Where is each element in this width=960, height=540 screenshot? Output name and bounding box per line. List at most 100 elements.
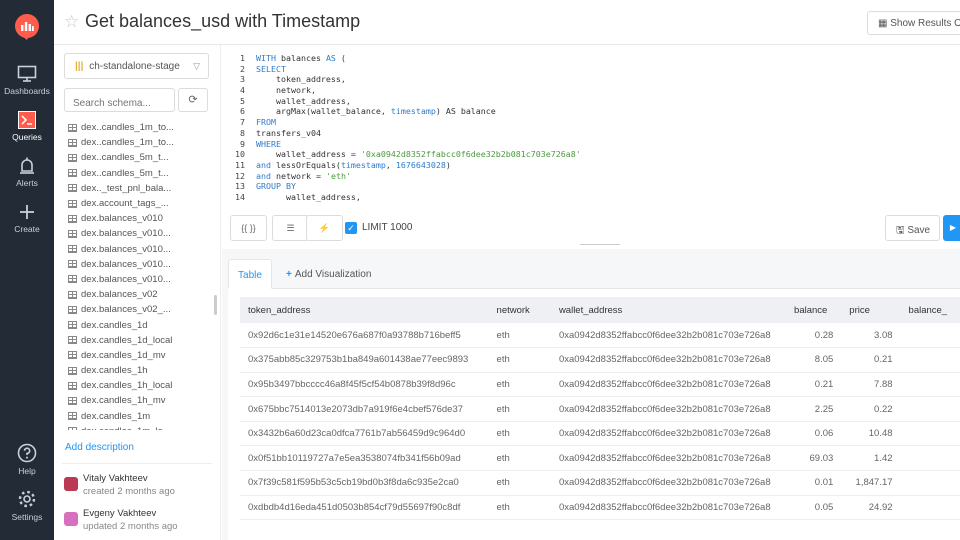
- nav-dashboards[interactable]: Dashboards: [0, 65, 54, 96]
- schema-table-item[interactable]: dex..candles_5m_t...: [68, 166, 216, 181]
- table-cell: 0xdbdb4d16eda451d0503b854cf79d55697f90c8…: [240, 495, 489, 521]
- schema-table-item[interactable]: dex.candles_1m_lo...: [68, 424, 216, 430]
- schema-table-item[interactable]: dex.balances_v02: [68, 287, 216, 302]
- schema-table-list: dex..candles_1m_to... dex..candles_1m_to.…: [68, 120, 216, 430]
- sql-table-name: transfers_v04: [256, 127, 321, 138]
- table-row: 0x7f39c581f595b53c5cb19bd0b3f8da6c935e2c…: [240, 470, 960, 496]
- nav-queries-label: Queries: [12, 132, 42, 142]
- table-grid-icon: [68, 351, 77, 360]
- schema-table-item[interactable]: dex.balances_v010...: [68, 226, 216, 241]
- schema-table-name: dex..candles_1m_to...: [81, 137, 174, 149]
- schema-table-name: dex.balances_v010...: [81, 258, 171, 270]
- schema-table-item[interactable]: dex.account_tags_...: [68, 196, 216, 211]
- resize-handle[interactable]: [580, 244, 620, 245]
- save-label: Save: [907, 225, 931, 236]
- add-description-link[interactable]: Add description: [65, 442, 134, 453]
- page-title[interactable]: Get balances_usd with Timestamp: [85, 11, 360, 32]
- add-parameter-button[interactable]: {{ }}: [230, 215, 267, 241]
- refresh-schema-button[interactable]: ⟳: [178, 88, 208, 112]
- updater-name: Evgeny Vakhteev: [83, 508, 157, 519]
- schema-table-item[interactable]: dex.candles_1h_local: [68, 378, 216, 393]
- line-number: 3: [240, 74, 245, 85]
- table-cell: 1.42: [841, 445, 901, 472]
- schema-table-item[interactable]: dex.balances_v010...: [68, 272, 216, 287]
- autocomplete-button[interactable]: ⚡: [306, 215, 343, 241]
- schema-table-item[interactable]: dex.._test_pnl_bala...: [68, 181, 216, 196]
- favorite-star-icon[interactable]: ☆: [64, 12, 79, 32]
- table-header-row: token_address network wallet_address bal…: [240, 297, 960, 323]
- line-number: 7: [240, 117, 245, 128]
- line-number: 11: [235, 159, 245, 170]
- column-header[interactable]: token_address: [240, 297, 489, 323]
- logo-icon[interactable]: [15, 14, 39, 40]
- execute-button[interactable]: ▶: [943, 215, 960, 241]
- schema-table-item[interactable]: dex.candles_1d_local: [68, 333, 216, 348]
- table-grid-icon: [68, 305, 77, 314]
- table-grid-icon: [68, 138, 77, 147]
- save-button[interactable]: 🖫 Save: [885, 215, 940, 241]
- nav-settings-label: Settings: [11, 512, 43, 522]
- nav-alerts[interactable]: Alerts: [0, 157, 54, 188]
- table-cell: 0xa0942d8352ffabcc0f6dee32b2b081c703e726…: [550, 347, 787, 373]
- table-row: 0x0f51bb10119727a7e5ea3538074fb341f56b09…: [240, 445, 960, 472]
- sql-wallet-literal: '0xa0942d8352ffabcc0f6dee32b2b081c703e72…: [360, 149, 581, 160]
- table-cell: 8.05: [786, 347, 842, 373]
- schema-table-item[interactable]: dex.balances_v010...: [68, 242, 216, 257]
- table-cell: 7.88: [841, 372, 901, 398]
- schema-table-item[interactable]: dex.candles_1d_mv: [68, 348, 216, 363]
- nav-settings[interactable]: Settings: [0, 489, 54, 522]
- column-header[interactable]: network: [488, 297, 551, 323]
- table-cell: 0x95b3497bbcccc46a8f45f5cf54b0878b39f8d9…: [240, 372, 489, 398]
- schema-table-item[interactable]: dex.candles_1h: [68, 363, 216, 378]
- plus-icon: +: [286, 269, 292, 280]
- table-row: 0x675bbc7514013e2073db7a919f6e4cbef576de…: [240, 396, 960, 422]
- schema-table-item[interactable]: dex.candles_1d: [68, 317, 216, 332]
- table-cell: 0.01: [786, 470, 842, 496]
- schema-table-item[interactable]: dex.balances_v010...: [68, 257, 216, 272]
- column-header[interactable]: balance_: [900, 297, 960, 323]
- schema-table-name: dex.candles_1m_lo...: [81, 426, 171, 430]
- table-grid-icon: [68, 169, 77, 178]
- table-cell: [900, 347, 960, 373]
- nav-create[interactable]: Create: [0, 203, 54, 234]
- schema-table-name: dex.candles_1d: [81, 319, 148, 331]
- add-visualization-tab[interactable]: + Add Visualization: [286, 259, 371, 289]
- schema-table-item[interactable]: dex.balances_v02_...: [68, 302, 216, 317]
- table-grid-icon: [68, 229, 77, 238]
- schema-table-item[interactable]: dex..candles_5m_t...: [68, 150, 216, 165]
- table-row: 0x3432b6a60d23ca0dfca7761b7ab56459d9c964…: [240, 421, 960, 447]
- sql-editor[interactable]: 1 WITH balances AS ( 2 SELECT 3 token_add…: [230, 53, 960, 208]
- line-number: 9: [240, 138, 245, 149]
- column-header[interactable]: price: [841, 297, 901, 323]
- tab-table[interactable]: Table: [228, 259, 272, 289]
- table-cell: 24.92: [841, 495, 901, 521]
- table-cell: 0.28: [786, 323, 842, 349]
- schema-table-item[interactable]: dex..candles_1m_to...: [68, 135, 216, 150]
- table-cell: eth: [488, 470, 551, 496]
- nav-queries[interactable]: Queries: [0, 111, 54, 142]
- show-results-button[interactable]: ▦ Show Results Or: [867, 11, 960, 35]
- datasource-select[interactable]: ||| ch-standalone-stage ▽: [64, 53, 209, 79]
- table-cell: 0.21: [786, 372, 842, 398]
- format-query-button[interactable]: ☰: [272, 215, 309, 241]
- table-cell: 3.08: [841, 323, 901, 349]
- schema-table-item[interactable]: dex.candles_1h_mv: [68, 393, 216, 408]
- schema-table-item[interactable]: dex.balances_v010: [68, 211, 216, 226]
- column-header[interactable]: balance: [786, 297, 842, 323]
- nav-help[interactable]: Help: [0, 443, 54, 476]
- schema-table-name: dex..candles_5m_t...: [81, 152, 169, 164]
- schema-scrollbar[interactable]: [214, 295, 217, 315]
- schema-table-item[interactable]: dex..candles_1m_to...: [68, 120, 216, 135]
- column-header[interactable]: wallet_address: [550, 297, 787, 323]
- table-cell: [900, 396, 960, 422]
- schema-table-name: dex.._test_pnl_bala...: [81, 182, 172, 194]
- table-row: 0x95b3497bbcccc46a8f45f5cf54b0878b39f8d9…: [240, 372, 960, 398]
- schema-search-input[interactable]: [64, 88, 175, 112]
- limit-checkbox[interactable]: ✓: [345, 222, 357, 234]
- table-cell: 0x375abb85c329753b1ba849a601438ae77eec98…: [240, 347, 489, 373]
- help-icon: [17, 443, 37, 463]
- schema-table-item[interactable]: dex.candles_1m: [68, 409, 216, 424]
- schema-table-name: dex.candles_1d_local: [81, 334, 173, 346]
- table-row: 0xdbdb4d16eda451d0503b854cf79d55697f90c8…: [240, 495, 960, 521]
- schema-table-name: dex.candles_1d_mv: [81, 349, 166, 361]
